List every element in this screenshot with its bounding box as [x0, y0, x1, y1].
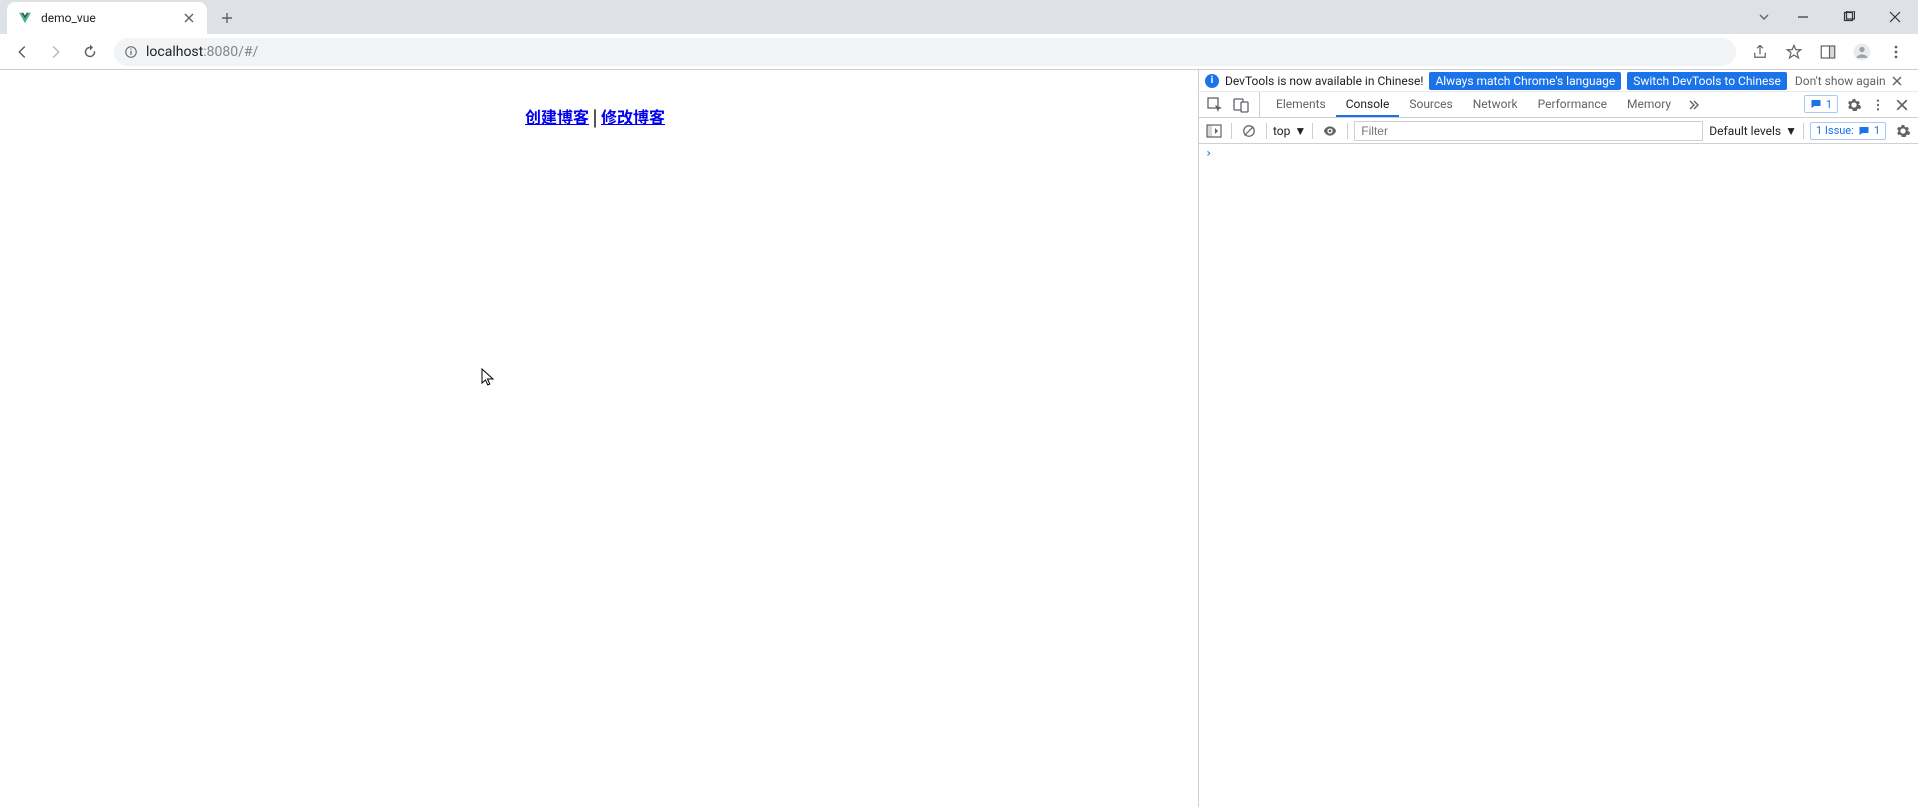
log-levels-selector[interactable]: Default levels ▼: [1709, 124, 1797, 138]
live-expression-icon[interactable]: [1319, 120, 1341, 142]
execution-context-selector[interactable]: top ▼: [1273, 124, 1306, 138]
content-split: 创建博客 | 修改博客 i DevTools is now available …: [0, 70, 1918, 807]
inspect-element-icon[interactable]: [1203, 97, 1227, 113]
messages-badge[interactable]: 1: [1804, 95, 1838, 113]
tab-strip: demo_vue: [0, 0, 1918, 34]
infobar-close-icon[interactable]: [1892, 76, 1910, 86]
chevron-down-icon: ▼: [1294, 124, 1306, 138]
tab-memory[interactable]: Memory: [1617, 92, 1681, 117]
side-panel-icon[interactable]: [1812, 36, 1844, 68]
devtools-infobar: i DevTools is now available in Chinese! …: [1199, 70, 1918, 92]
tab-console[interactable]: Console: [1336, 92, 1400, 117]
link-separator: |: [589, 104, 601, 128]
browser-tab[interactable]: demo_vue: [7, 2, 207, 34]
info-icon: i: [1205, 74, 1219, 88]
messages-count: 1: [1826, 98, 1832, 111]
page-body: 创建博客 | 修改博客: [0, 70, 1198, 128]
site-info-icon[interactable]: [124, 45, 138, 59]
toolbar-right: [1744, 36, 1912, 68]
dont-show-again-button[interactable]: Don't show again: [1795, 74, 1886, 88]
devtools-menu-icon[interactable]: [1866, 92, 1890, 117]
forward-button[interactable]: [40, 36, 72, 68]
new-tab-button[interactable]: [213, 4, 241, 32]
url-path: :8080/#/: [203, 44, 258, 60]
address-bar[interactable]: localhost:8080/#/: [114, 38, 1736, 66]
tab-sources[interactable]: Sources: [1399, 92, 1462, 117]
tab-search-button[interactable]: [1748, 0, 1780, 34]
share-icon[interactable]: [1744, 36, 1776, 68]
page-viewport: 创建博客 | 修改博客: [0, 70, 1198, 807]
browser-window: demo_vue: [0, 0, 1918, 807]
back-button[interactable]: [6, 36, 38, 68]
close-window-button[interactable]: [1872, 0, 1918, 34]
clear-console-icon[interactable]: [1238, 120, 1260, 142]
tab-title: demo_vue: [41, 11, 173, 25]
more-tabs-icon[interactable]: [1681, 92, 1711, 117]
bookmark-icon[interactable]: [1778, 36, 1810, 68]
issue-count: 1: [1874, 124, 1880, 137]
chrome-menu-icon[interactable]: [1880, 36, 1912, 68]
levels-label: Default levels: [1709, 124, 1781, 138]
url-text: localhost:8080/#/: [146, 44, 258, 60]
blog-links: 创建博客 | 修改博客: [0, 104, 1198, 128]
url-host: localhost: [146, 44, 203, 60]
chevron-down-icon: ▼: [1785, 124, 1797, 138]
edit-blog-link[interactable]: 修改博客: [601, 104, 665, 128]
devtools-close-icon[interactable]: [1890, 92, 1914, 117]
issues-badge[interactable]: 1 Issue: 1: [1810, 122, 1886, 140]
prompt-caret-icon: ›: [1205, 146, 1217, 160]
console-toolbar: top ▼ Default levels ▼ 1 Issue: 1: [1199, 118, 1918, 144]
tab-close-icon[interactable]: [181, 10, 197, 26]
minimize-button[interactable]: [1780, 0, 1826, 34]
console-sidebar-toggle-icon[interactable]: [1203, 120, 1225, 142]
device-toolbar-icon[interactable]: [1229, 97, 1253, 113]
tab-network[interactable]: Network: [1463, 92, 1528, 117]
profile-icon[interactable]: [1846, 36, 1878, 68]
reload-button[interactable]: [74, 36, 106, 68]
devtools-settings-icon[interactable]: [1842, 92, 1866, 117]
console-settings-icon[interactable]: [1892, 120, 1914, 142]
switch-to-chinese-button[interactable]: Switch DevTools to Chinese: [1627, 72, 1787, 90]
browser-toolbar: localhost:8080/#/: [0, 34, 1918, 70]
vue-favicon-icon: [17, 10, 33, 26]
console-output[interactable]: ›: [1199, 144, 1918, 807]
tab-performance[interactable]: Performance: [1528, 92, 1617, 117]
tab-elements[interactable]: Elements: [1266, 92, 1336, 117]
devtools-panel: i DevTools is now available in Chinese! …: [1198, 70, 1918, 807]
console-prompt[interactable]: ›: [1199, 144, 1918, 162]
mouse-cursor-icon: [481, 368, 495, 386]
context-label: top: [1273, 124, 1290, 138]
issue-label: 1 Issue:: [1816, 124, 1854, 137]
infobar-message: DevTools is now available in Chinese!: [1225, 74, 1423, 88]
window-controls: [1748, 0, 1918, 34]
always-match-language-button[interactable]: Always match Chrome's language: [1429, 72, 1621, 90]
create-blog-link[interactable]: 创建博客: [525, 104, 589, 128]
devtools-tabbar: Elements Console Sources Network Perform…: [1199, 92, 1918, 118]
console-filter-input[interactable]: [1354, 121, 1703, 141]
maximize-button[interactable]: [1826, 0, 1872, 34]
